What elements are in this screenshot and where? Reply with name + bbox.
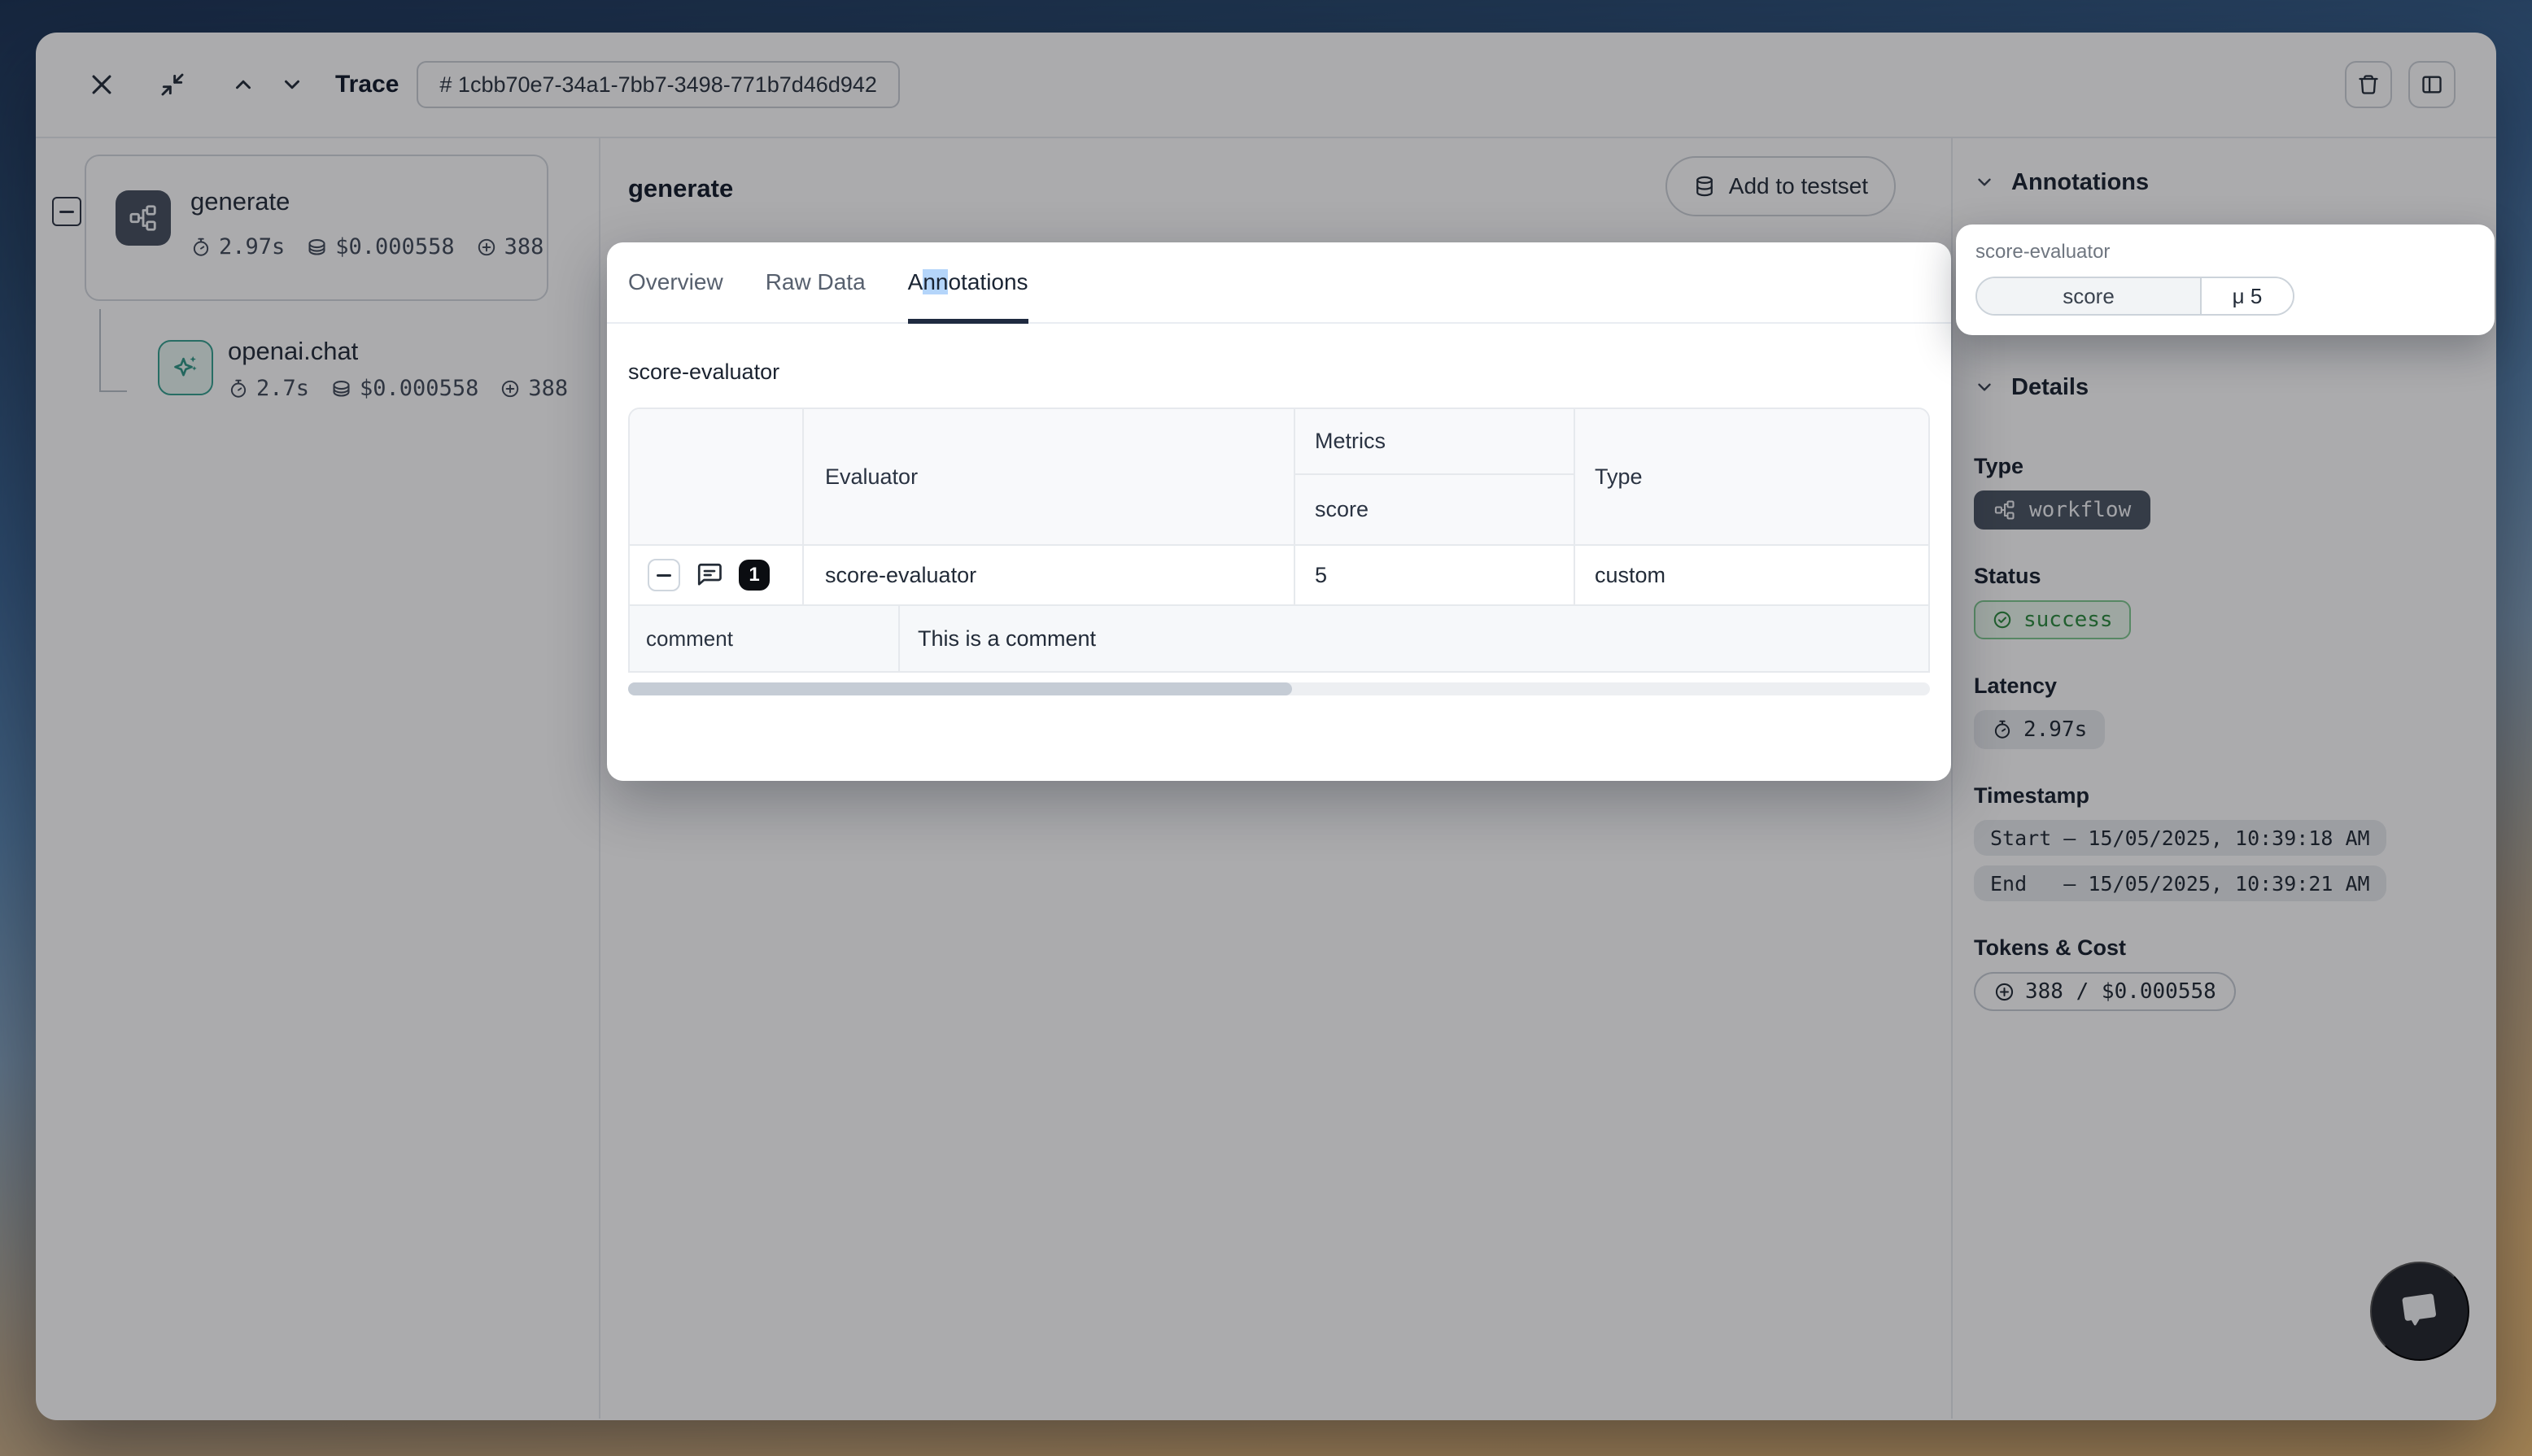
comment-button[interactable]	[695, 560, 724, 590]
row-score-cell: 5	[1295, 546, 1575, 604]
header-cell-type: Type	[1575, 409, 1928, 544]
evaluator-section-title: score-evaluator	[628, 360, 1930, 385]
header-cell-actions	[630, 409, 804, 544]
comment-value-cell: This is a comment	[900, 606, 1928, 671]
metric-mean-value: μ 5	[2202, 278, 2293, 314]
tab-overview[interactable]: Overview	[628, 242, 723, 322]
annotations-tab-content: score-evaluator Evaluator Metrics score …	[607, 360, 1951, 695]
header-cell-metrics: Metrics score	[1295, 409, 1575, 544]
span-tabs: Overview Raw Data Annotations	[607, 242, 1951, 324]
collapse-row-button[interactable]	[648, 559, 680, 591]
popup-evaluator-label: score-evaluator	[1975, 241, 2475, 264]
scrollbar-thumb[interactable]	[628, 682, 1292, 695]
table-header: Evaluator Metrics score Type	[630, 409, 1928, 546]
text-selection-highlight: nn	[923, 269, 948, 294]
row-evaluator-cell: score-evaluator	[804, 546, 1295, 604]
tab-raw-data[interactable]: Raw Data	[766, 242, 866, 322]
comment-bubble-icon	[695, 560, 724, 590]
page-background: Trace # 1cbb70e7-34a1-7bb7-3498-771b7d46…	[0, 0, 2532, 1456]
score-metric-pill[interactable]: score μ 5	[1975, 277, 2294, 316]
comment-expansion-row: comment This is a comment	[630, 606, 1928, 671]
minus-icon	[657, 574, 671, 577]
metrics-header-label: Metrics	[1315, 429, 1386, 454]
annotation-score-popup: score-evaluator score μ 5	[1956, 225, 2495, 335]
comment-count-badge[interactable]: 1	[739, 560, 770, 591]
row-actions-cell: 1	[630, 546, 804, 604]
table-row: 1 score-evaluator 5 custom	[630, 546, 1928, 606]
tab-annotations[interactable]: Annotations	[908, 242, 1028, 322]
metric-sub-header-label: score	[1315, 497, 1369, 522]
table-horizontal-scrollbar	[628, 682, 1930, 695]
row-type-cell: custom	[1575, 546, 1928, 604]
comment-key-cell: comment	[630, 606, 900, 671]
metric-name: score	[1977, 278, 2202, 314]
annotations-tab-panel: Overview Raw Data Annotations score-eval…	[607, 242, 1951, 781]
header-cell-evaluator: Evaluator	[804, 409, 1295, 544]
annotations-table: Evaluator Metrics score Type	[628, 408, 1930, 673]
